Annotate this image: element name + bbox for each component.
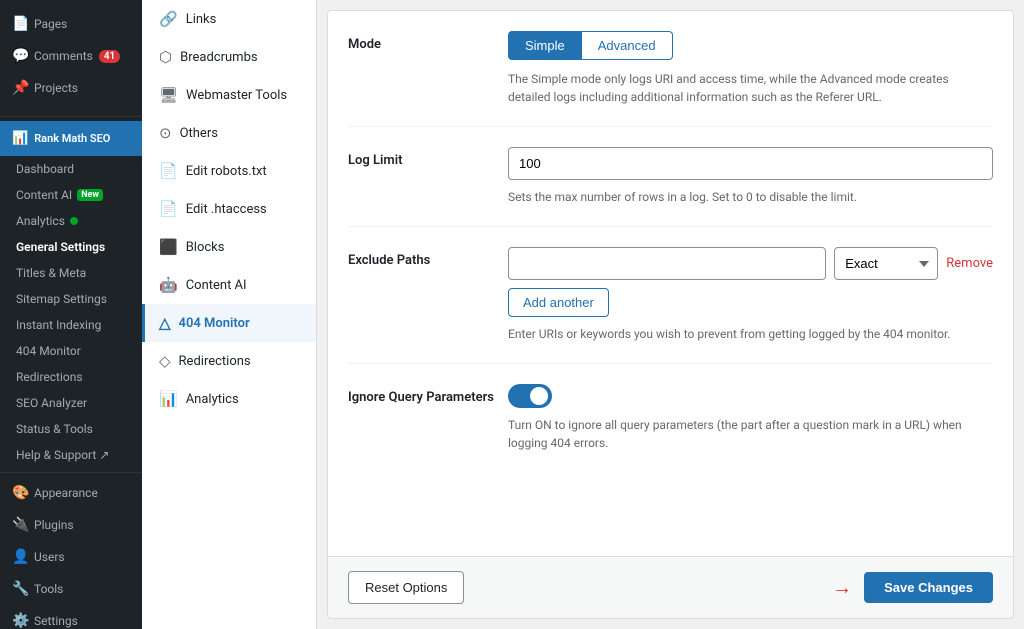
edit-htaccess-icon: 📄 <box>159 200 178 218</box>
sidebar-item-users[interactable]: 👤 Users <box>0 541 142 573</box>
divider-1 <box>0 116 142 117</box>
submenu-seo-analyzer[interactable]: SEO Analyzer <box>0 390 142 416</box>
mode-simple-button[interactable]: Simple <box>508 31 582 60</box>
exclude-paths-inputs: Exact Contains Starts With Ends With Rem… <box>508 247 993 280</box>
plugin-sidebar-edit-htaccess[interactable]: 📄 Edit .htaccess <box>142 190 316 228</box>
plugin-sidebar-breadcrumbs[interactable]: ⬡ Breadcrumbs <box>142 38 316 76</box>
content-ai-plugin-icon: 🤖 <box>159 276 178 294</box>
log-limit-input[interactable] <box>508 147 993 180</box>
submenu-redirections[interactable]: Redirections <box>0 364 142 390</box>
mode-row: Mode Simple Advanced The Simple mode onl… <box>348 11 993 127</box>
submenu-status-tools[interactable]: Status & Tools <box>0 416 142 442</box>
exclude-paths-control: Exact Contains Starts With Ends With Rem… <box>508 247 993 343</box>
exclude-paths-label: Exclude Paths <box>348 247 508 268</box>
plugin-sidebar-content-ai[interactable]: 🤖 Content AI <box>142 266 316 304</box>
sidebar-item-tools[interactable]: 🔧 Tools <box>0 573 142 605</box>
submenu-sitemap-settings[interactable]: Sitemap Settings <box>0 286 142 312</box>
remove-path-link[interactable]: Remove <box>946 256 993 271</box>
ignore-query-description: Turn ON to ignore all query parameters (… <box>508 416 993 452</box>
appearance-icon: 🎨 <box>12 485 28 501</box>
divider-2 <box>0 472 142 473</box>
projects-icon: 📌 <box>12 80 28 96</box>
sidebar-item-comments[interactable]: 💬 Comments 41 <box>0 40 142 72</box>
reset-options-button[interactable]: Reset Options <box>348 571 464 604</box>
submenu-content-ai[interactable]: Content AI New <box>0 182 142 208</box>
404-monitor-icon: △ <box>159 314 171 332</box>
submenu-general-settings[interactable]: General Settings <box>0 234 142 260</box>
save-changes-button[interactable]: Save Changes <box>864 572 993 603</box>
others-icon: ⊙ <box>159 124 172 142</box>
sidebar-item-pages[interactable]: 📄 Pages <box>0 8 142 40</box>
sidebar-item-plugins[interactable]: 🔌 Plugins <box>0 509 142 541</box>
add-another-button[interactable]: Add another <box>508 288 609 317</box>
exclude-paths-row: Exclude Paths Exact Contains Starts With… <box>348 227 993 364</box>
users-icon: 👤 <box>12 549 28 565</box>
exclude-path-input[interactable] <box>508 247 826 280</box>
toggle-slider <box>508 384 552 408</box>
plugin-sidebar-edit-robots[interactable]: 📄 Edit robots.txt <box>142 152 316 190</box>
exclude-paths-description: Enter URIs or keywords you wish to preve… <box>508 325 993 343</box>
ignore-query-row: Ignore Query Parameters Turn ON to ignor… <box>348 364 993 472</box>
edit-robots-icon: 📄 <box>159 162 178 180</box>
links-icon: 🔗 <box>159 10 178 28</box>
comments-badge: 41 <box>99 50 120 63</box>
analytics-dot <box>70 217 78 225</box>
main-content-wrapper: Mode Simple Advanced The Simple mode onl… <box>317 0 1024 629</box>
submenu-dashboard[interactable]: Dashboard <box>0 156 142 182</box>
tools-icon: 🔧 <box>12 581 28 597</box>
log-limit-label: Log Limit <box>348 147 508 168</box>
breadcrumbs-icon: ⬡ <box>159 48 172 66</box>
rank-math-header[interactable]: 📊 Rank Math SEO <box>0 121 142 156</box>
ignore-query-label: Ignore Query Parameters <box>348 384 508 405</box>
plugin-sidebar-webmaster-tools[interactable]: 🖥 Webmaster Tools <box>142 76 316 114</box>
comments-icon: 💬 <box>12 48 28 64</box>
exclude-type-select[interactable]: Exact Contains Starts With Ends With <box>834 247 938 280</box>
mode-advanced-button[interactable]: Advanced <box>582 31 673 60</box>
sidebar-item-appearance[interactable]: 🎨 Appearance <box>0 477 142 509</box>
log-limit-description: Sets the max number of rows in a log. Se… <box>508 188 993 206</box>
submenu-404-monitor[interactable]: 404 Monitor <box>0 338 142 364</box>
rank-math-icon: 📊 <box>12 131 28 146</box>
analytics-icon: 📊 <box>159 390 178 408</box>
wp-sidebar: 📄 Pages 💬 Comments 41 📌 Projects 📊 Rank … <box>0 0 142 629</box>
ignore-query-control: Turn ON to ignore all query parameters (… <box>508 384 993 452</box>
plugin-sidebar-others[interactable]: ⊙ Others <box>142 114 316 152</box>
submenu-help-support[interactable]: Help & Support ↗ <box>0 442 142 468</box>
submenu-analytics[interactable]: Analytics <box>0 208 142 234</box>
ignore-query-toggle[interactable] <box>508 384 552 408</box>
redirections-icon: ◇ <box>159 352 171 370</box>
plugin-sidebar-links[interactable]: 🔗 Links <box>142 0 316 38</box>
content-ai-new-badge: New <box>77 189 103 201</box>
plugin-sidebar: 🔗 Links ⬡ Breadcrumbs 🖥 Webmaster Tools … <box>142 0 317 629</box>
plugin-sidebar-404-monitor[interactable]: △ 404 Monitor ← <box>142 304 316 342</box>
bottom-menu: 🎨 Appearance 🔌 Plugins 👤 Users 🔧 Tools ⚙… <box>0 477 142 629</box>
webmaster-tools-icon: 🖥 <box>159 86 178 104</box>
plugin-sidebar-redirections[interactable]: ◇ Redirections <box>142 342 316 380</box>
save-arrow-indicator: → <box>832 575 852 600</box>
mode-label: Mode <box>348 31 508 52</box>
mode-description: The Simple mode only logs URI and access… <box>508 70 993 106</box>
sidebar-item-settings[interactable]: ⚙️ Settings <box>0 605 142 629</box>
plugin-sidebar-analytics[interactable]: 📊 Analytics <box>142 380 316 418</box>
plugin-sidebar-blocks[interactable]: ⬛ Blocks <box>142 228 316 266</box>
blocks-icon: ⬛ <box>159 238 178 256</box>
submenu-titles-meta[interactable]: Titles & Meta <box>0 260 142 286</box>
rank-math-submenu: Dashboard Content AI New Analytics Gener… <box>0 156 142 468</box>
sidebar-item-projects[interactable]: 📌 Projects <box>0 72 142 104</box>
mode-buttons: Simple Advanced <box>508 31 993 60</box>
pages-icon: 📄 <box>12 16 28 32</box>
log-limit-row: Log Limit Sets the max number of rows in… <box>348 127 993 227</box>
settings-icon: ⚙️ <box>12 613 28 629</box>
submenu-instant-indexing[interactable]: Instant Indexing <box>0 312 142 338</box>
mode-control: Simple Advanced The Simple mode only log… <box>508 31 993 106</box>
plugins-icon: 🔌 <box>12 517 28 533</box>
log-limit-control: Sets the max number of rows in a log. Se… <box>508 147 993 206</box>
